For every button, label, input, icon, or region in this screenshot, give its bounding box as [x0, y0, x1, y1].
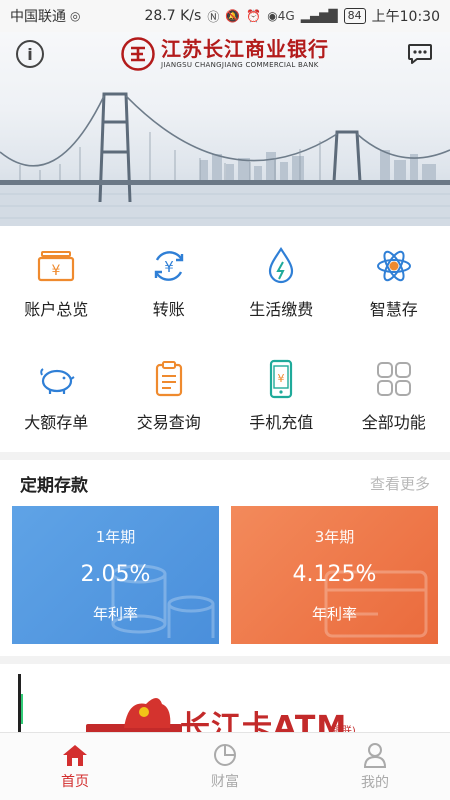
view-more-link[interactable]: 查看更多 [370, 473, 430, 494]
signal-icon: ▂▄▆█ [300, 9, 338, 23]
hotspot-icon: ◎ [70, 9, 81, 23]
carrier-label: 中国联通 [10, 9, 66, 25]
bottom-nav: 首页 财富 我的 [0, 732, 450, 800]
deposit-card-3-year[interactable]: 3年期 4.125% 年利率 [231, 506, 438, 644]
deposit-rate: 4.125% [292, 562, 377, 588]
quick-action-large-cd[interactable]: 大额存单 [0, 339, 113, 452]
svg-text:¥: ¥ [164, 258, 174, 276]
water-drop-icon [261, 246, 301, 286]
network-speed: 28.7 K/s [144, 8, 202, 24]
quick-action-label: 账户总览 [24, 299, 89, 319]
time-deposit-section: 定期存款 查看更多 1年期 2.05% 年利率 3年期 4.125% 年利率 [0, 460, 450, 656]
quick-action-account-overview[interactable]: ¥ 账户总览 [0, 226, 113, 339]
quick-action-transaction-query[interactable]: 交易查询 [113, 339, 226, 452]
alarm-icon: ⏰ [246, 9, 262, 23]
phone-yuan-icon: ¥ [261, 359, 301, 399]
bank-logo: 江苏长江商业银行 JIANGSU CHANGJIANG COMMERCIAL B… [121, 37, 329, 71]
svg-text:¥: ¥ [278, 372, 285, 385]
yuan-box-icon: ¥ [36, 246, 76, 286]
quick-action-all-functions[interactable]: 全部功能 [338, 339, 450, 452]
quick-action-label: 转账 [152, 299, 185, 319]
deposit-rate: 2.05% [80, 562, 151, 588]
top-header: i 江苏长江商业银行 JIANGSU CHANGJIANG COMMERCIAL… [0, 32, 450, 76]
clock: 上午10:30 [371, 9, 440, 25]
nav-label: 我的 [361, 774, 389, 791]
pie-chart-icon [214, 743, 236, 766]
chat-bubble-icon[interactable] [406, 40, 434, 68]
deposit-rate-label: 年利率 [92, 605, 138, 624]
deposit-term: 3年期 [314, 527, 355, 546]
deposit-rate-label: 年利率 [311, 605, 357, 624]
mute-icon: 🔕 [225, 9, 241, 23]
bank-name-cn: 江苏长江商业银行 [161, 37, 329, 61]
ad-accent [21, 694, 23, 724]
ad-subtitle: (银联) [328, 726, 356, 732]
nav-mine[interactable]: 我的 [300, 733, 450, 800]
eye-icon: ◉ [267, 9, 278, 23]
mascot-icon [124, 698, 171, 728]
piggy-bank-icon [36, 359, 76, 399]
quick-action-label: 生活缴费 [249, 299, 314, 319]
bank-emblem-icon [121, 37, 155, 71]
bank-name-en: JIANGSU CHANGJIANG COMMERCIAL BANK [161, 61, 319, 69]
deposit-card-1-year[interactable]: 1年期 2.05% 年利率 [12, 506, 219, 644]
section-title: 定期存款 [20, 475, 88, 496]
deposit-term: 1年期 [95, 527, 136, 546]
quick-action-label: 大额存单 [24, 412, 89, 432]
atom-icon [374, 246, 414, 286]
nav-home[interactable]: 首页 [0, 733, 150, 800]
nav-label: 财富 [211, 773, 239, 790]
quick-action-bill-pay[interactable]: 生活缴费 [225, 226, 338, 339]
quick-action-mobile-topup[interactable]: ¥ 手机充值 [225, 339, 338, 452]
status-bar: 中国联通 ◎ 28.7 K/s Ⓝ 🔕 ⏰ ◉ 4G ▂▄▆█ 84 上午10:… [0, 0, 450, 32]
person-icon [363, 742, 387, 768]
network-type: 4G [277, 9, 295, 23]
quick-action-label: 全部功能 [361, 412, 426, 432]
quick-actions-grid: ¥ 账户总览 ¥ 转账 生活缴费 智慧存 大额存单 交易查询 ¥ 手机充值 全部… [0, 226, 450, 452]
yuan-exchange-icon: ¥ [149, 246, 189, 286]
quick-action-smart-deposit[interactable]: 智慧存 [338, 226, 450, 339]
info-icon[interactable]: i [16, 40, 44, 68]
clipboard-icon [149, 359, 189, 399]
nav-wealth[interactable]: 财富 [150, 733, 300, 800]
grid-squares-icon [374, 359, 414, 399]
quick-action-label: 智慧存 [369, 299, 418, 319]
nfc-icon: Ⓝ [207, 9, 220, 24]
quick-action-label: 手机充值 [249, 412, 314, 432]
battery-level: 84 [343, 8, 366, 24]
hero-banner[interactable]: i 江苏长江商业银行 JIANGSU CHANGJIANG COMMERCIAL… [0, 32, 450, 226]
svg-text:¥: ¥ [52, 263, 61, 279]
home-icon [63, 744, 87, 766]
quick-action-transfer[interactable]: ¥ 转账 [113, 226, 226, 339]
atm-ad-banner[interactable]: 长江卡ATM (银联) [0, 664, 450, 732]
nav-label: 首页 [61, 773, 89, 790]
quick-action-label: 交易查询 [136, 412, 201, 432]
ad-title: 长江卡ATM [180, 710, 348, 732]
